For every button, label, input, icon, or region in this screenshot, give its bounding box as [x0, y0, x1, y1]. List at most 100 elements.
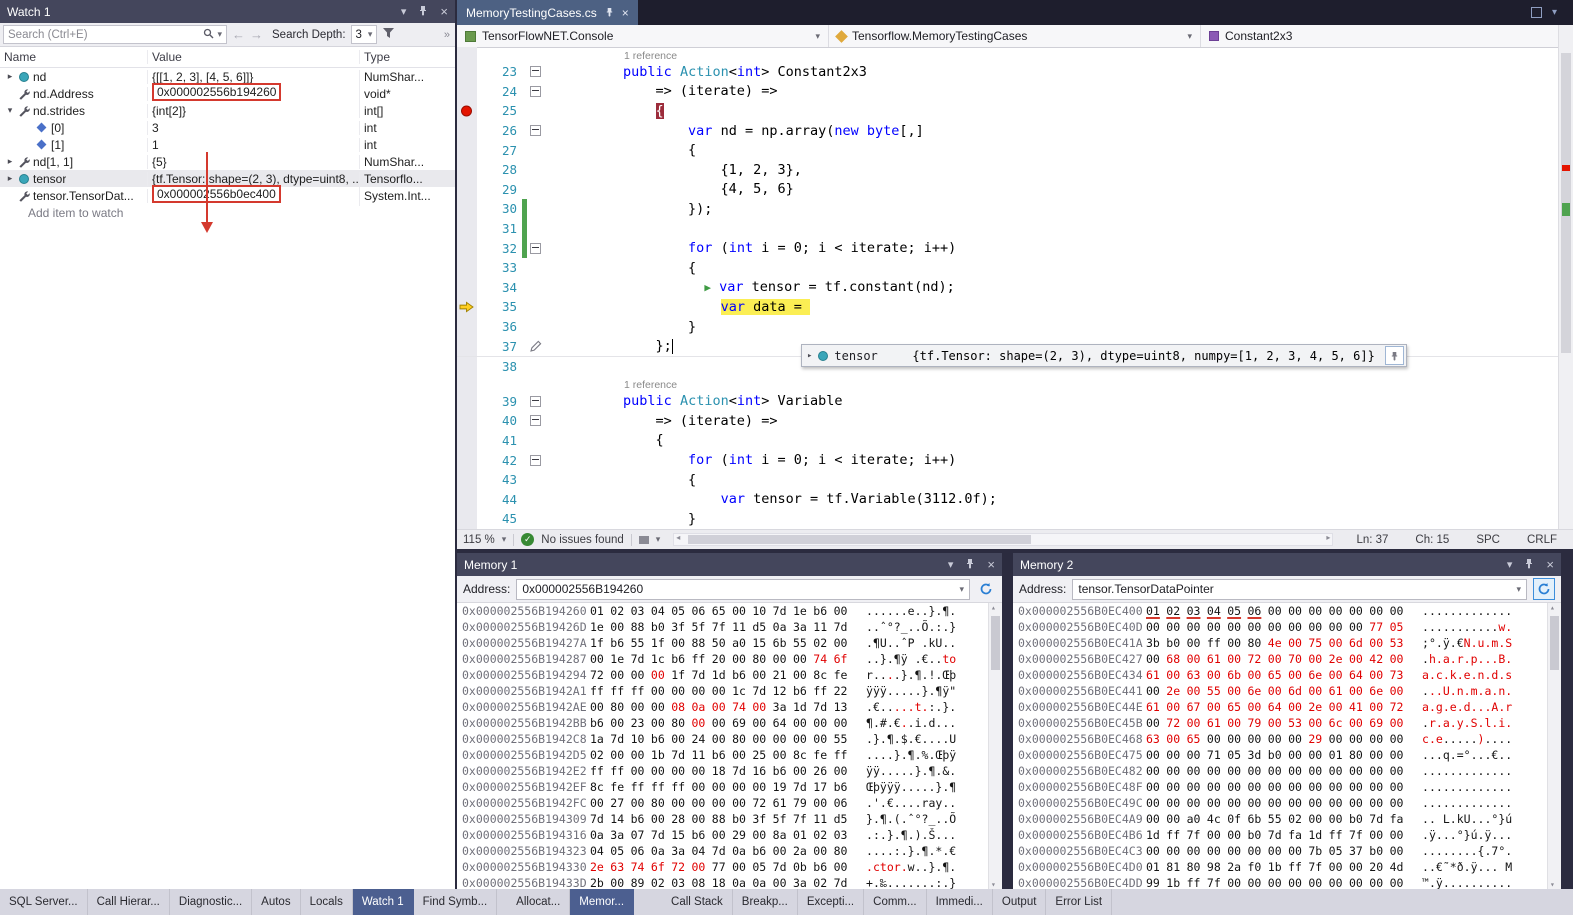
memory-row[interactable]: 0x000002556B0EC4DD991bff7f00000000000000…	[1013, 875, 1561, 889]
outlining-margin[interactable]	[527, 415, 544, 426]
memory-row-bytes[interactable]: 00800000080a0074003a1d7d13	[590, 700, 854, 714]
glyph-margin[interactable]	[457, 336, 477, 356]
glyph-margin[interactable]	[457, 47, 477, 62]
filter-icon[interactable]	[382, 26, 395, 44]
column-header-value[interactable]: Value	[148, 50, 360, 64]
codelens-references[interactable]: 1 reference	[558, 50, 677, 62]
memory-row[interactable]: 0x000002556B0EC48F0000000000000000000000…	[1013, 779, 1561, 795]
watch-row[interactable]: [0]3int	[0, 119, 455, 136]
memory-row[interactable]: 0x000002556B1943230405060a3a047d0ab6002a…	[457, 843, 1002, 859]
code-text[interactable]: {	[544, 260, 1559, 276]
memory-row-bytes[interactable]: 1dff7f0000b07dfa1dff7f0000	[1146, 828, 1410, 842]
memory-row-bytes[interactable]: 1e0088b03f5f7f11d50a3a117d	[590, 620, 854, 634]
memory1-titlebar[interactable]: Memory 1 ▾ ×	[457, 553, 1002, 576]
chevron-down-icon[interactable]: ▾	[959, 584, 964, 595]
navbar-dropdown-method[interactable]: Constant2x3▾	[1201, 25, 1573, 47]
memory-row[interactable]: 0x000002556B19433D2b0089020308180a0a003a…	[457, 875, 1002, 889]
memory-row[interactable]: 0x000002556B0EC4000102030405060000000000…	[1013, 603, 1561, 619]
expander-icon[interactable]: ▸	[4, 173, 16, 184]
memory-row[interactable]: 0x000002556B194294720000001f7d1db6002100…	[457, 667, 1002, 683]
navbar-dropdown-class[interactable]: Tensorflow.MemoryTestingCases▾	[829, 25, 1201, 47]
memory-row-bytes[interactable]: 0102030405066500107d1eb600	[590, 604, 854, 618]
memory-row[interactable]: 0x000002556B0EC45B0072006100790053006c00…	[1013, 715, 1561, 731]
code-text[interactable]: 1 reference	[544, 376, 1559, 392]
glyph-margin[interactable]	[457, 431, 477, 451]
watch-row[interactable]: tensor.TensorDat...0x000002556b0ec400Sys…	[0, 187, 455, 204]
outlining-margin[interactable]	[527, 243, 544, 254]
glyph-margin[interactable]	[457, 470, 477, 490]
code-text[interactable]: => (iterate) =>	[544, 83, 1559, 99]
watch-row[interactable]: [1]1int	[0, 136, 455, 153]
memory-row[interactable]: 0x000002556B0EC4D0018180982af01bff7f0000…	[1013, 859, 1561, 875]
editor-horizontal-scrollbar[interactable]: ◂ ▸	[673, 533, 1333, 546]
glyph-margin[interactable]	[457, 278, 477, 298]
fold-collapse-icon[interactable]	[530, 415, 541, 426]
memory-row[interactable]: 0x000002556B0EC4A90000a04c0f6b55020000b0…	[1013, 811, 1561, 827]
memory-row[interactable]: 0x000002556B0EC4C300000000000000007b0537…	[1013, 843, 1561, 859]
scroll-down-icon[interactable]: ▾	[991, 880, 996, 889]
code-text[interactable]: 1 reference	[544, 47, 1559, 63]
tool-window-tab-diagnostic[interactable]: Diagnostic...	[170, 889, 252, 915]
code-text[interactable]: for (int i = 0; i < iterate; i++)	[544, 240, 1559, 256]
code-line[interactable]: 42 for (int i = 0; i < iterate; i++)	[457, 450, 1559, 470]
code-text[interactable]: {	[544, 142, 1559, 158]
tool-window-tab-call-hierar[interactable]: Call Hierar...	[88, 889, 170, 915]
close-icon[interactable]: ×	[440, 4, 448, 19]
glyph-margin[interactable]	[457, 450, 477, 470]
memory-row[interactable]: 0x000002556B1942AE00800000080a0074003a1d…	[457, 699, 1002, 715]
code-text[interactable]: {	[544, 472, 1559, 488]
code-line[interactable]: 36 }	[457, 317, 1559, 337]
chevron-down-icon[interactable]: ▾	[502, 534, 507, 545]
glyph-margin[interactable]	[457, 140, 477, 160]
pin-icon[interactable]	[1524, 558, 1534, 572]
chevron-down-icon[interactable]: ▾	[1187, 31, 1192, 42]
code-cleanup-icon[interactable]	[639, 536, 649, 544]
memory-row-bytes[interactable]: ffffff000000001c7d12b6ff22	[590, 684, 854, 698]
memory-row-bytes[interactable]: 0405060a3a047d0ab6002a0080	[590, 844, 854, 858]
tab-memorytestingcases[interactable]: MemoryTestingCases.cs ×	[457, 0, 638, 25]
memory-row-bytes[interactable]: 720000001f7d1db60021008cfe	[590, 668, 854, 682]
memory1-address-input[interactable]: 0x000002556B194260 ▾	[516, 579, 970, 600]
memory-row-bytes[interactable]: 991bff7f000000000000000000	[1146, 876, 1410, 889]
datatip-tooltip[interactable]: ▸ tensor {tf.Tensor: shape=(2, 3), dtype…	[801, 344, 1407, 367]
memory-row[interactable]: 0x000002556B1942A1ffffff000000001c7d12b6…	[457, 683, 1002, 699]
fold-collapse-icon[interactable]	[530, 125, 541, 136]
memory-row[interactable]: 0x000002556B19426D1e0088b03f5f7f11d50a3a…	[457, 619, 1002, 635]
code-line[interactable]: 27 {	[457, 140, 1559, 160]
search-options-chevron-icon[interactable]: ▾	[217, 29, 222, 40]
memory-row-bytes[interactable]: 63006500000000002900000000	[1146, 732, 1410, 746]
refresh-icon[interactable]	[976, 579, 996, 599]
memory-row[interactable]: 0x000002556B19427A1fb6551f008850a0156b55…	[457, 635, 1002, 651]
code-line[interactable]: 40 => (iterate) =>	[457, 411, 1559, 431]
tool-window-tab-sql-server[interactable]: SQL Server...	[0, 889, 88, 915]
code-line[interactable]: 35 var data =	[457, 297, 1559, 317]
toolbar-overflow-icon[interactable]: »	[444, 29, 450, 41]
memory-row-bytes[interactable]: 2b0089020308180a0a003a027d	[590, 876, 854, 889]
chevron-down-icon[interactable]: ▾	[1552, 7, 1557, 18]
editor-vertical-scrollbar[interactable]	[1558, 25, 1573, 529]
code-line[interactable]: 28 {1, 2, 3},	[457, 160, 1559, 180]
code-line[interactable]: 1 reference	[457, 377, 1559, 392]
outlining-margin[interactable]	[527, 455, 544, 466]
code-line[interactable]: 30 });	[457, 199, 1559, 219]
tool-window-tab-memor[interactable]: Memor...	[570, 889, 634, 915]
memory-row[interactable]: 0x000002556B1942EF8cfeffffff00000000197d…	[457, 779, 1002, 795]
code-text[interactable]: {	[544, 103, 1559, 119]
memory2-scrollbar[interactable]: ▴ ▾	[1547, 603, 1561, 889]
memory-row[interactable]: 0x000002556B194287001e7d1cb6ff2000800000…	[457, 651, 1002, 667]
memory-row[interactable]: 0x000002556B1943097d14b600280088b03f5f7f…	[457, 811, 1002, 827]
watch-item-value-cell[interactable]: {5}	[148, 155, 360, 169]
tool-window-tab-comm[interactable]: Comm...	[864, 889, 926, 915]
breakpoint-glyph-margin[interactable]	[457, 101, 477, 121]
watch-row[interactable]: ▾nd.strides{int[2]}int[]	[0, 102, 455, 119]
scrollbar-thumb[interactable]	[1550, 616, 1559, 670]
memory-row-bytes[interactable]: 00000000000000000000000000	[1146, 764, 1410, 778]
memory-row[interactable]: 0x000002556B1942600102030405066500107d1e…	[457, 603, 1002, 619]
column-header-name[interactable]: Name	[0, 50, 148, 64]
memory-row-bytes[interactable]: ffff00000000187d16b6002600	[590, 764, 854, 778]
memory-row-bytes[interactable]: 01020304050600000000000000	[1146, 604, 1410, 618]
code-text[interactable]: for (int i = 0; i < iterate; i++)	[544, 452, 1559, 468]
glyph-margin[interactable]	[457, 377, 477, 392]
chevron-down-icon[interactable]: ▾	[401, 5, 407, 18]
watch-titlebar[interactable]: Watch 1 ▾ ×	[0, 0, 455, 23]
